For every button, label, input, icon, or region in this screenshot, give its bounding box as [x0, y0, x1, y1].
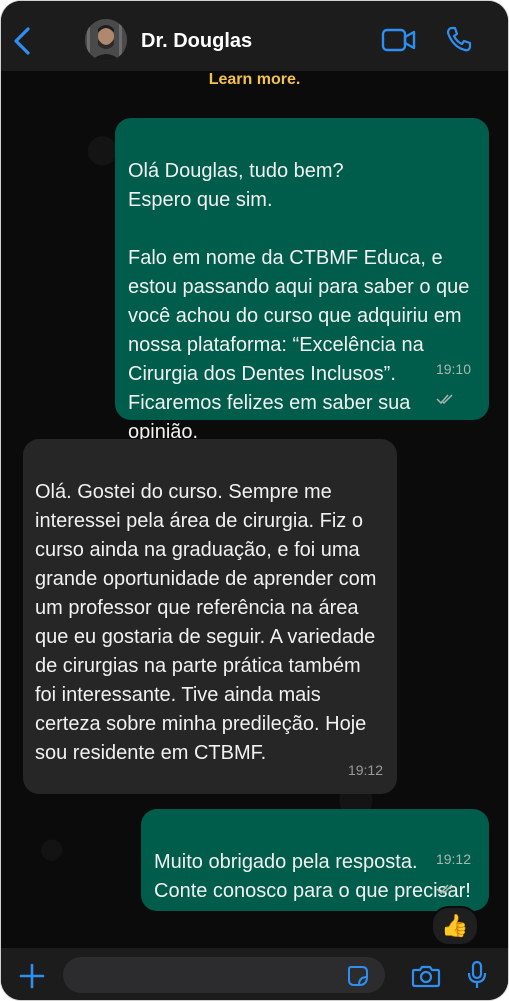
message-time: 19:12	[436, 816, 471, 903]
learn-more-link[interactable]: Learn more.	[1, 71, 508, 95]
camera-icon[interactable]	[411, 964, 441, 988]
message-outgoing-1[interactable]: Olá Douglas, tudo bem? Espero que sim. F…	[115, 118, 489, 443]
message-outgoing-2[interactable]: Muito obrigado pela resposta. Conte cono…	[141, 809, 489, 911]
avatar-image	[85, 19, 127, 61]
message-text: Olá. Gostei do curso. Sempre me interess…	[35, 481, 377, 764]
sticker-icon[interactable]	[347, 965, 369, 987]
video-call-icon[interactable]	[381, 27, 417, 53]
message-incoming-1[interactable]: Olá. Gostei do curso. Sempre me interess…	[23, 439, 397, 794]
double-check-icon	[436, 394, 453, 405]
chat-header: Dr. Douglas	[1, 1, 508, 71]
contact-name[interactable]: Dr. Douglas	[141, 30, 252, 53]
thumbs-up-reaction[interactable]: 👍	[431, 906, 479, 946]
message-time: 19:10	[436, 326, 471, 413]
plus-icon[interactable]	[19, 963, 45, 989]
message-time: 19:12	[347, 762, 383, 778]
phone-call-icon[interactable]	[445, 25, 473, 53]
message-input[interactable]	[63, 957, 385, 993]
message-text: Olá Douglas, tudo bem? Espero que sim. F…	[128, 160, 470, 443]
back-chevron-icon[interactable]	[11, 25, 33, 57]
message-text: Muito obrigado pela resposta. Conte cono…	[154, 851, 471, 902]
composer-bar	[1, 948, 508, 1000]
double-check-icon	[436, 884, 453, 895]
chat-screen: Dr. Douglas Learn more. Olá Douglas, tud…	[1, 1, 508, 1000]
microphone-icon[interactable]	[467, 960, 487, 990]
avatar[interactable]	[85, 19, 127, 61]
